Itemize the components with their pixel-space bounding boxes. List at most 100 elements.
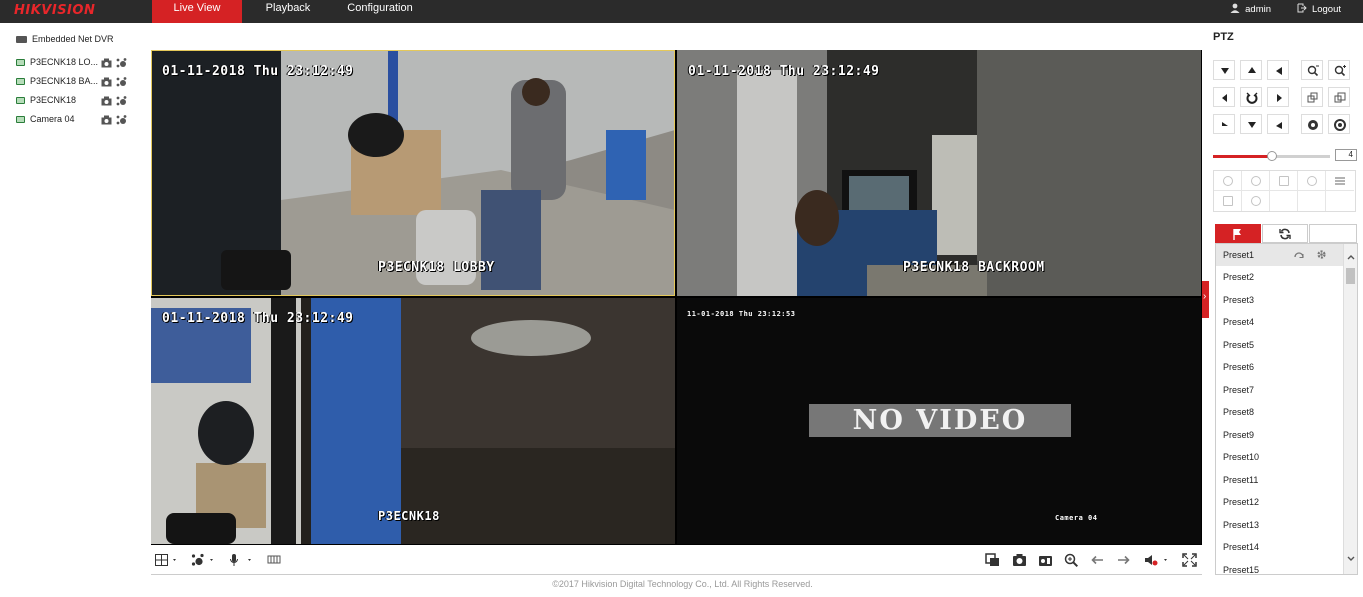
ptz-control-icon[interactable]: [116, 115, 127, 125]
ptz-speed-knob[interactable]: [1266, 151, 1277, 161]
tab-configuration[interactable]: Configuration: [340, 0, 420, 23]
ptz-tools-icon[interactable]: [191, 553, 217, 567]
preset-item[interactable]: Preset10: [1216, 446, 1343, 468]
preset-item[interactable]: Preset5: [1216, 334, 1343, 356]
ptz-control-icon[interactable]: [116, 96, 127, 106]
preset-item[interactable]: Preset2: [1216, 266, 1343, 288]
preset-label: Preset6: [1223, 362, 1255, 372]
previous-page-icon[interactable]: [1090, 553, 1105, 567]
ptz-menu-button[interactable]: [1326, 171, 1354, 191]
ptz-panel-collapse-handle[interactable]: [1202, 281, 1209, 318]
preset-item[interactable]: Preset12: [1216, 491, 1343, 513]
3d-zoom-button[interactable]: [1242, 191, 1270, 211]
preset-item[interactable]: Preset9: [1216, 424, 1343, 446]
ptz-speed-slider[interactable]: [1213, 151, 1330, 161]
ptz-up-right-button[interactable]: [1267, 60, 1289, 80]
tab-playback[interactable]: Playback: [254, 0, 322, 23]
window-layout-icon[interactable]: [155, 553, 179, 567]
snapshot-camera-icon[interactable]: [101, 96, 112, 106]
preset-label: Preset11: [1223, 475, 1259, 485]
ptz-auto-button[interactable]: [1240, 87, 1262, 107]
preset-label: Preset2: [1223, 272, 1255, 282]
aux-empty-2: [1298, 191, 1326, 211]
osd-channel-name: Camera 04: [1055, 514, 1098, 522]
video-pane-lobby[interactable]: 01-11-2018 Thu 23:12:49 P3ECNK18 LOBBY: [151, 50, 675, 296]
ptz-down-left-button[interactable]: [1213, 114, 1235, 134]
snapshot-camera-icon[interactable]: [101, 115, 112, 125]
scroll-up-icon[interactable]: [1347, 254, 1355, 260]
preset-item[interactable]: Preset8: [1216, 401, 1343, 423]
tab-live-view[interactable]: Live View: [152, 0, 242, 23]
manual-tracking-icon: [1223, 196, 1233, 206]
preset-item[interactable]: Preset14: [1216, 536, 1343, 558]
tree-item-camera-3[interactable]: P3ECNK18: [16, 95, 131, 109]
preset-item[interactable]: Preset15: [1216, 559, 1343, 574]
auxiliary-focus-button[interactable]: [1270, 171, 1298, 191]
dvr-icon: [16, 36, 27, 43]
microphone-icon[interactable]: [229, 553, 255, 567]
iris-close-button[interactable]: [1301, 114, 1323, 134]
call-preset-icon[interactable]: [1294, 250, 1304, 260]
ptz-right-button[interactable]: [1267, 87, 1289, 107]
digital-zoom-icon[interactable]: [1064, 553, 1079, 567]
snapshot-icon[interactable]: [1012, 553, 1027, 567]
manual-record-icon[interactable]: [1038, 553, 1053, 567]
tree-item-camera-2[interactable]: P3ECNK18 BA...: [16, 76, 131, 90]
ptz-control-icon[interactable]: [116, 58, 127, 68]
tab-patrol[interactable]: [1262, 224, 1308, 243]
user-menu[interactable]: admin: [1230, 3, 1271, 15]
preset-label: Preset14: [1223, 542, 1260, 552]
ptz-down-right-button[interactable]: [1267, 114, 1289, 134]
osd-timestamp: 01-11-2018 Thu 23:12:49: [688, 64, 880, 79]
video-pane-entrance[interactable]: 01-11-2018 Thu 23:12:49 P3ECNK18: [151, 298, 675, 544]
ptz-left-button[interactable]: [1213, 87, 1235, 107]
arrow-up-right-icon: [1276, 67, 1282, 75]
preset-item[interactable]: Preset6: [1216, 356, 1343, 378]
scrollbar-thumb[interactable]: [1346, 268, 1355, 284]
arrow-left-icon: [1222, 94, 1227, 102]
menu-icon: [1335, 177, 1345, 185]
fullscreen-icon[interactable]: [1182, 553, 1197, 567]
username: admin: [1245, 4, 1271, 15]
logout-button[interactable]: Logout: [1297, 3, 1341, 15]
iris-open-button[interactable]: [1328, 114, 1350, 134]
osd-channel-name: P3ECNK18: [378, 509, 440, 523]
ptz-up-left-button[interactable]: [1213, 60, 1235, 80]
scroll-down-icon[interactable]: [1347, 556, 1355, 562]
snapshot-camera-icon[interactable]: [101, 77, 112, 87]
lens-init-button[interactable]: [1298, 171, 1326, 191]
preset-item[interactable]: Preset3: [1216, 289, 1343, 311]
zoom-in-button[interactable]: [1328, 60, 1350, 80]
focus-near-button[interactable]: [1301, 87, 1323, 107]
tab-preset[interactable]: [1215, 224, 1261, 243]
tree-item-camera-4[interactable]: Camera 04: [16, 114, 131, 128]
preset-item[interactable]: Preset1: [1216, 244, 1343, 266]
preset-item[interactable]: Preset4: [1216, 311, 1343, 333]
iris-open-icon: [1334, 119, 1346, 131]
preset-item[interactable]: Preset11: [1216, 469, 1343, 491]
volume-muted-icon[interactable]: [1144, 553, 1172, 567]
tree-root-dvr[interactable]: Embedded Net DVR: [16, 34, 114, 44]
focus-far-button[interactable]: [1328, 87, 1350, 107]
ptz-speed-fill: [1213, 155, 1272, 158]
settings-gear-icon[interactable]: [1316, 249, 1327, 260]
tree-item-camera-1[interactable]: P3ECNK18 LO...: [16, 57, 131, 71]
stream-type-icon[interactable]: [267, 553, 282, 567]
flag-icon: [1233, 229, 1241, 240]
ptz-up-button[interactable]: [1240, 60, 1262, 80]
snapshot-camera-icon[interactable]: [101, 58, 112, 68]
tab-pattern[interactable]: [1309, 224, 1357, 243]
video-pane-backroom[interactable]: 01-11-2018 Thu 23:12:49 P3ECNK18 BACKROO…: [677, 50, 1201, 296]
light-button[interactable]: [1214, 171, 1242, 191]
video-pane-camera-04[interactable]: 11-01-2018 Thu 23:12:53 NO VIDEO Camera …: [677, 298, 1201, 544]
preset-item[interactable]: Preset13: [1216, 514, 1343, 536]
capture-window-icon[interactable]: [985, 553, 1000, 567]
zoom-out-button[interactable]: [1301, 60, 1323, 80]
wiper-button[interactable]: [1242, 171, 1270, 191]
preset-list-scrollbar[interactable]: [1343, 244, 1357, 574]
ptz-control-icon[interactable]: [116, 77, 127, 87]
ptz-down-button[interactable]: [1240, 114, 1262, 134]
preset-item[interactable]: Preset7: [1216, 379, 1343, 401]
next-page-icon[interactable]: [1116, 553, 1131, 567]
manual-tracking-button[interactable]: [1214, 191, 1242, 211]
